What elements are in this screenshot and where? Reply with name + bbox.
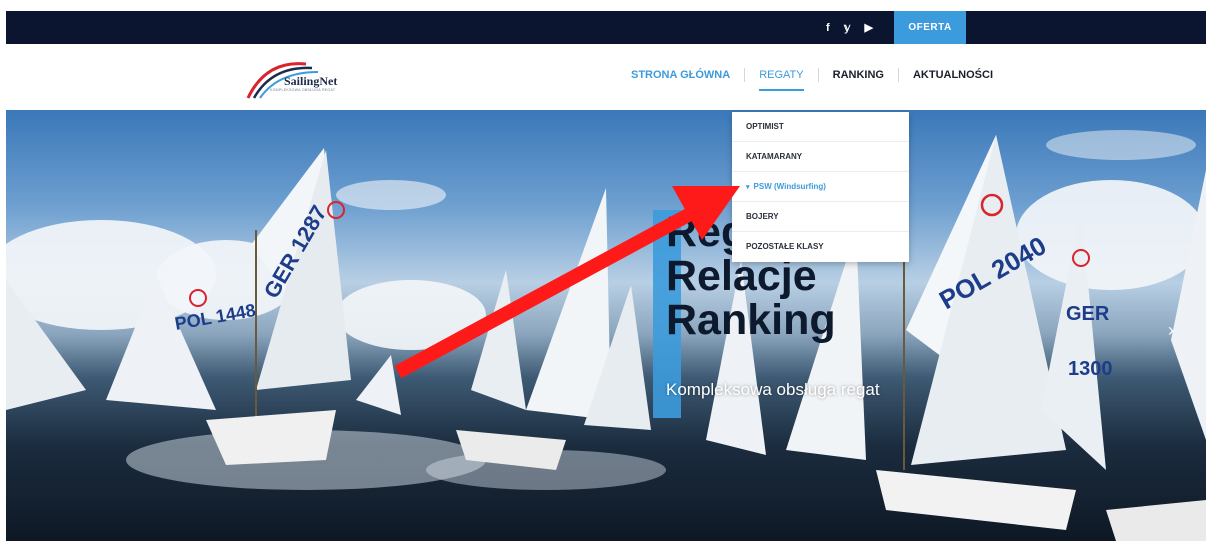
dropdown-item-pozostale-klasy[interactable]: POZOSTAŁE KLASY	[732, 232, 909, 262]
dropdown-item-katamarany[interactable]: KATAMARANY	[732, 142, 909, 172]
regaty-dropdown-menu: OPTIMIST KATAMARANY ▾ PSW (Windsurfing) B…	[732, 112, 909, 262]
dropdown-item-bojery[interactable]: BOJERY	[732, 202, 909, 232]
dropdown-item-psw-windsurfing[interactable]: ▾ PSW (Windsurfing)	[732, 172, 909, 202]
hero-subtitle: Kompleksowa obsługa regat	[666, 380, 880, 399]
chevron-down-icon: ▾	[746, 184, 750, 191]
facebook-icon[interactable]: f	[826, 22, 830, 34]
site-header: SailingNet KOMPLEKSOWA OBSŁUGA REGAT STR…	[6, 44, 1206, 110]
hero-title-line: Ranking	[666, 296, 836, 344]
nav-home[interactable]: STRONA GŁÓWNA	[631, 69, 744, 81]
dropdown-item-optimist[interactable]: OPTIMIST	[732, 112, 909, 142]
slider-next-arrow-icon[interactable]: ›	[1168, 320, 1174, 341]
logo-text: SailingNet	[284, 74, 338, 88]
hero-banner: POL 1448 GER 1287 POL 2040 GER 1300 Rega…	[6, 110, 1206, 541]
main-nav: STRONA GŁÓWNA REGATY RANKING AKTUALNOŚCI	[631, 68, 1007, 91]
nav-active-underline	[759, 89, 804, 91]
offer-button[interactable]: OFERTA	[894, 11, 966, 44]
nav-regaty[interactable]: REGATY	[745, 69, 817, 91]
twitter-icon[interactable]: 𝕪	[844, 21, 851, 34]
site-logo[interactable]: SailingNet KOMPLEKSOWA OBSŁUGA REGAT	[246, 54, 346, 100]
social-links: f 𝕪 ▶	[826, 11, 873, 44]
top-bar: f 𝕪 ▶ OFERTA	[6, 11, 1206, 44]
svg-text:POL 1448: POL 1448	[173, 300, 257, 334]
nav-ranking[interactable]: RANKING	[819, 69, 898, 81]
dropdown-item-label: PSW (Windsurfing)	[753, 182, 826, 191]
nav-regaty-label: REGATY	[759, 69, 804, 81]
svg-text:GER: GER	[1066, 303, 1110, 325]
hero-sailboats-image: POL 1448 GER 1287 POL 2040 GER 1300	[6, 135, 1206, 541]
logo-tagline: KOMPLEKSOWA OBSŁUGA REGAT	[270, 88, 336, 92]
youtube-icon[interactable]: ▶	[865, 21, 873, 34]
nav-aktualnosci[interactable]: AKTUALNOŚCI	[899, 69, 1007, 81]
svg-text:1300: 1300	[1068, 358, 1113, 380]
